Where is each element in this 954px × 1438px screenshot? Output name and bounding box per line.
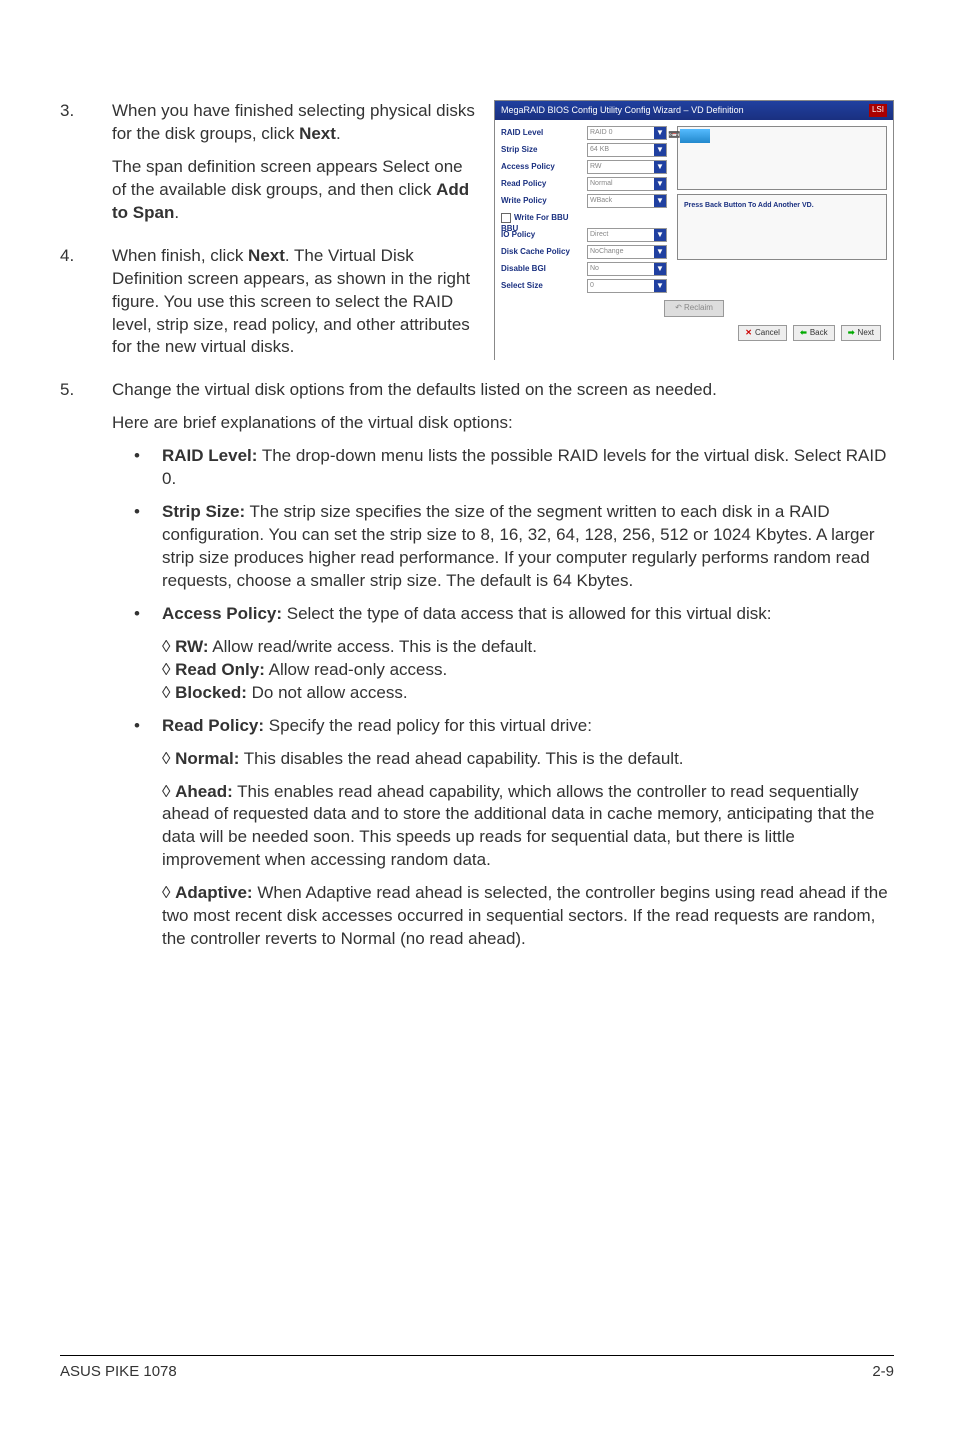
dropdown-io-policy: Direct▼ <box>587 228 667 242</box>
step-4: 4. When finish, click Next. The Virtual … <box>60 245 480 370</box>
bullet-dot: • <box>134 445 162 491</box>
drive-icon: 📼 <box>668 129 680 143</box>
label-raid-level: RAID Level <box>501 126 587 143</box>
step-number: 4. <box>60 245 112 370</box>
back-button: ⬅Back <box>793 325 835 342</box>
input-select-size: 0▼ <box>587 279 667 293</box>
label-write-bbu: Write For BBU BBU <box>501 211 587 228</box>
field-labels-column: RAID Level Strip Size Access Policy Read… <box>501 126 587 296</box>
arrow-left-icon: ⬅ <box>800 328 807 337</box>
sub-rw: ◊ RW: Allow read/write access. This is t… <box>162 636 894 659</box>
label-read-policy: Read Policy <box>501 177 587 194</box>
footer-left: ASUS PIKE 1078 <box>60 1362 177 1382</box>
dropdown-disable-bgi: No▼ <box>587 262 667 276</box>
bullet-dot: • <box>134 603 162 705</box>
step-4-p1: When finish, click Next. The Virtual Dis… <box>112 245 480 360</box>
label-io-policy: IO Policy <box>501 228 587 245</box>
vd-definition-screenshot: MegaRAID BIOS Config Utility Config Wiza… <box>494 100 894 360</box>
step-5-p2: Here are brief explanations of the virtu… <box>112 412 894 435</box>
next-button: ➡Next <box>841 325 881 342</box>
chevron-down-icon: ▼ <box>654 263 666 275</box>
bbu-checkbox <box>501 213 511 223</box>
page-footer: ASUS PIKE 1078 2-9 <box>60 1355 894 1382</box>
arrow-right-icon: ➡ <box>848 328 855 337</box>
reclaim-button: ↶ Reclaim <box>664 300 724 317</box>
chevron-down-icon: ▼ <box>654 144 666 156</box>
step-3: 3. When you have finished selecting phys… <box>60 100 480 235</box>
label-write-policy: Write Policy <box>501 194 587 211</box>
step-number: 3. <box>60 100 112 235</box>
dropdown-disk-cache: NoChange▼ <box>587 245 667 259</box>
bullet-strip-size: • Strip Size: The strip size specifies t… <box>112 501 894 593</box>
hint-text: Press Back Button To Add Another VD. <box>684 202 814 209</box>
dropdown-read-policy: Normal▼ <box>587 177 667 191</box>
progress-bar <box>680 129 710 143</box>
chevron-down-icon: ▼ <box>654 127 666 139</box>
dropdown-strip-size: 64 KB▼ <box>587 143 667 157</box>
step-5: 5. Change the virtual disk options from … <box>60 379 894 971</box>
dropdown-access-policy: RW▼ <box>587 160 667 174</box>
chevron-down-icon: ▼ <box>654 161 666 173</box>
chevron-down-icon: ▼ <box>654 229 666 241</box>
sub-adaptive: ◊ Adaptive: When Adaptive read ahead is … <box>162 882 894 951</box>
bullet-read-policy: • Read Policy: Specify the read policy f… <box>112 715 894 961</box>
field-values-column: RAID 0▼ 64 KB▼ RW▼ Normal▼ WBack▼ Direct… <box>587 126 667 296</box>
cancel-button: ✕Cancel <box>738 325 787 342</box>
bullet-access-policy: • Access Policy: Select the type of data… <box>112 603 894 705</box>
label-disk-cache: Disk Cache Policy <box>501 245 587 262</box>
hint-box: Press Back Button To Add Another VD. <box>677 194 887 260</box>
vd-list-box: 📼 <box>677 126 887 190</box>
step-number: 5. <box>60 379 112 971</box>
x-icon: ✕ <box>745 328 752 337</box>
label-disable-bgi: Disable BGI <box>501 262 587 279</box>
step-3-p1: When you have finished selecting physica… <box>112 100 480 146</box>
footer-right: 2-9 <box>872 1362 894 1382</box>
chevron-down-icon: ▼ <box>654 246 666 258</box>
chevron-down-icon: ▼ <box>654 178 666 190</box>
chevron-down-icon: ▼ <box>654 280 666 292</box>
dropdown-raid-level: RAID 0▼ <box>587 126 667 140</box>
chevron-down-icon: ▼ <box>654 195 666 207</box>
label-select-size: Select Size <box>501 279 587 296</box>
sub-ahead: ◊ Ahead: This enables read ahead capabil… <box>162 781 894 873</box>
bullet-dot: • <box>134 501 162 593</box>
sub-readonly: ◊ Read Only: Allow read-only access. <box>162 659 894 682</box>
label-access-policy: Access Policy <box>501 160 587 177</box>
lsi-logo: LSI <box>869 104 887 117</box>
step-3-p2: The span definition screen appears Selec… <box>112 156 480 225</box>
bullet-dot: • <box>134 715 162 961</box>
sub-blocked: ◊ Blocked: Do not allow access. <box>162 682 894 705</box>
screenshot-titlebar: MegaRAID BIOS Config Utility Config Wiza… <box>495 101 893 120</box>
screenshot-title: MegaRAID BIOS Config Utility Config Wiza… <box>501 104 744 116</box>
sub-normal: ◊ Normal: This disables the read ahead c… <box>162 748 894 771</box>
dropdown-write-policy: WBack▼ <box>587 194 667 208</box>
bullet-raid-level: • RAID Level: The drop-down menu lists t… <box>112 445 894 491</box>
label-strip-size: Strip Size <box>501 143 587 160</box>
step-5-p1: Change the virtual disk options from the… <box>112 379 894 402</box>
